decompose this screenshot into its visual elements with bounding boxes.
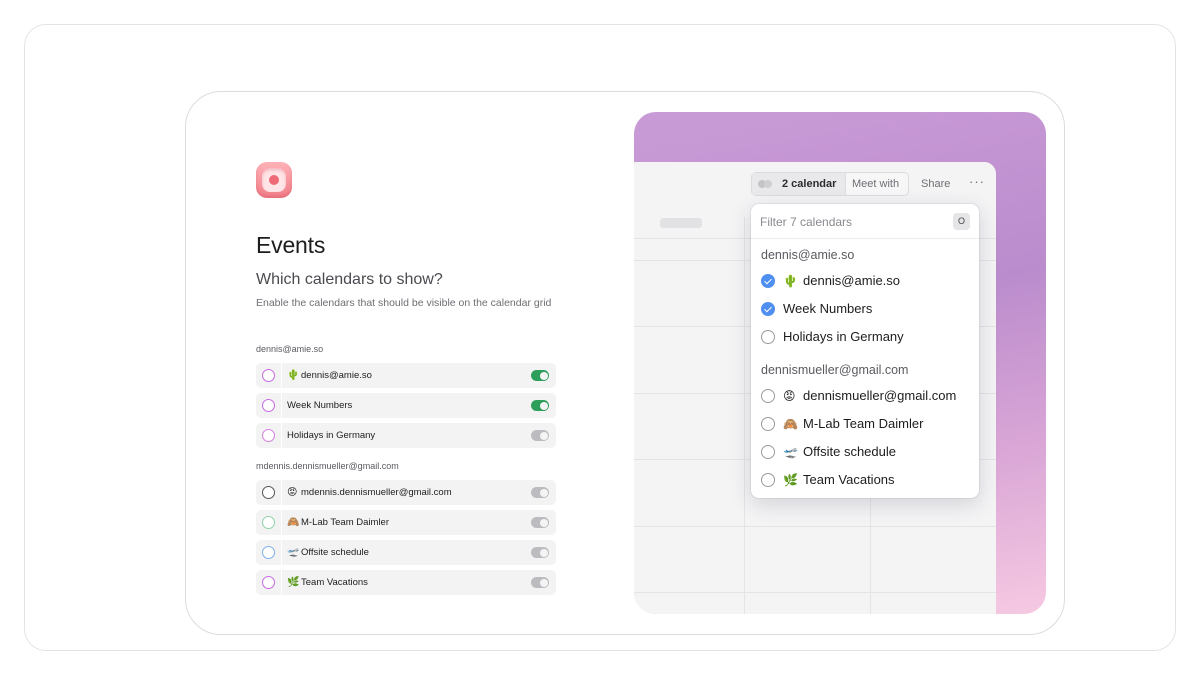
calendar-label: Team Vacations bbox=[301, 577, 368, 588]
checkbox[interactable] bbox=[761, 445, 775, 459]
calendar-label: Holidays in Germany bbox=[287, 430, 376, 441]
calendar-row[interactable]: Holidays in Germany bbox=[256, 423, 556, 448]
calendar-dots-icon bbox=[758, 180, 774, 188]
shortcut-key: O bbox=[953, 213, 970, 230]
checkbox[interactable] bbox=[761, 274, 775, 288]
calendar-row[interactable]: 🌵 dennis@amie.so bbox=[256, 363, 556, 388]
popover-calendar-item[interactable]: 😡 dennismueller@gmail.com bbox=[761, 387, 971, 405]
color-circle[interactable] bbox=[262, 576, 275, 589]
group-label-amie: dennis@amie.so bbox=[256, 344, 324, 354]
calendar-selector-button[interactable]: 2 calendar bbox=[752, 173, 846, 195]
visibility-toggle[interactable] bbox=[531, 517, 549, 528]
calendar-toolbar: 2 calendar Meet with bbox=[751, 172, 909, 196]
calendar-label: Offsite schedule bbox=[301, 547, 369, 558]
herb-icon: 🌿 bbox=[287, 577, 300, 588]
airplane-icon: 🛫 bbox=[783, 445, 798, 459]
page-description: Enable the calendars that should be visi… bbox=[256, 297, 552, 309]
popover-group-label: dennis@amie.so bbox=[761, 248, 855, 262]
visibility-toggle[interactable] bbox=[531, 430, 549, 441]
cactus-icon: 🌵 bbox=[287, 370, 300, 381]
airplane-icon: 🛫 bbox=[287, 547, 300, 558]
color-circle[interactable] bbox=[262, 369, 275, 382]
checkbox[interactable] bbox=[761, 302, 775, 316]
popover-calendar-item[interactable]: Holidays in Germany bbox=[761, 328, 971, 346]
checkbox[interactable] bbox=[761, 417, 775, 431]
visibility-toggle[interactable] bbox=[531, 577, 549, 588]
color-circle[interactable] bbox=[262, 516, 275, 529]
calendar-row[interactable]: 🛫 Offsite schedule bbox=[256, 540, 556, 565]
popover-calendar-item[interactable]: 🛫 Offsite schedule bbox=[761, 443, 971, 461]
page-title: Events bbox=[256, 232, 326, 258]
monkey-icon: 🙈 bbox=[287, 517, 300, 528]
page-subtitle: Which calendars to show? bbox=[256, 271, 443, 288]
monkey-icon: 🙈 bbox=[783, 417, 798, 431]
calendar-row[interactable]: 🙈 M-Lab Team Daimler bbox=[256, 510, 556, 535]
calendar-label: Week Numbers bbox=[287, 400, 353, 411]
meet-with-button[interactable]: Meet with bbox=[846, 173, 899, 195]
angry-face-icon: 😡 bbox=[783, 389, 796, 403]
popover-calendar-item[interactable]: Week Numbers bbox=[761, 300, 971, 318]
more-icon[interactable]: ··· bbox=[969, 174, 985, 189]
calendar-row[interactable]: 🌿 Team Vacations bbox=[256, 570, 556, 595]
visibility-toggle[interactable] bbox=[531, 487, 549, 498]
calendar-label: dennis@amie.so bbox=[301, 370, 372, 381]
visibility-toggle[interactable] bbox=[531, 370, 549, 381]
visibility-toggle[interactable] bbox=[531, 400, 549, 411]
calendar-preview: 2 calendar Meet with Share ··· Filter 7 … bbox=[634, 112, 1046, 614]
checkbox[interactable] bbox=[761, 330, 775, 344]
checkbox[interactable] bbox=[761, 473, 775, 487]
checkbox[interactable] bbox=[761, 389, 775, 403]
popover-calendar-item[interactable]: 🌵 dennis@amie.so bbox=[761, 272, 971, 290]
color-circle[interactable] bbox=[262, 399, 275, 412]
calendar-label: M-Lab Team Daimler bbox=[301, 517, 389, 528]
outer-frame: Events Which calendars to show? Enable t… bbox=[24, 24, 1176, 651]
herb-icon: 🌿 bbox=[783, 473, 798, 487]
content-card: Events Which calendars to show? Enable t… bbox=[185, 91, 1065, 635]
group-label-gmail: mdennis.dennismueller@gmail.com bbox=[256, 461, 399, 471]
popover-calendar-item[interactable]: 🙈 M-Lab Team Daimler bbox=[761, 415, 971, 433]
date-placeholder bbox=[660, 218, 702, 228]
cactus-icon: 🌵 bbox=[783, 274, 798, 288]
calendar-row[interactable]: 😡 mdennis.dennismueller@gmail.com bbox=[256, 480, 556, 505]
color-circle[interactable] bbox=[262, 429, 275, 442]
calendar-filter-popover: Filter 7 calendars O dennis@amie.so 🌵 de… bbox=[751, 204, 979, 498]
filter-input[interactable]: Filter 7 calendars bbox=[760, 215, 852, 229]
color-circle[interactable] bbox=[262, 486, 275, 499]
popover-group-label: dennismueller@gmail.com bbox=[761, 363, 909, 377]
popover-calendar-item[interactable]: 🌿 Team Vacations bbox=[761, 471, 971, 489]
calendar-row[interactable]: Week Numbers bbox=[256, 393, 556, 418]
angry-face-icon: 😡 bbox=[287, 487, 298, 498]
color-circle[interactable] bbox=[262, 546, 275, 559]
calendar-label: mdennis.dennismueller@gmail.com bbox=[301, 487, 452, 498]
visibility-toggle[interactable] bbox=[531, 547, 549, 558]
app-logo bbox=[256, 162, 292, 198]
share-button[interactable]: Share bbox=[921, 178, 950, 190]
